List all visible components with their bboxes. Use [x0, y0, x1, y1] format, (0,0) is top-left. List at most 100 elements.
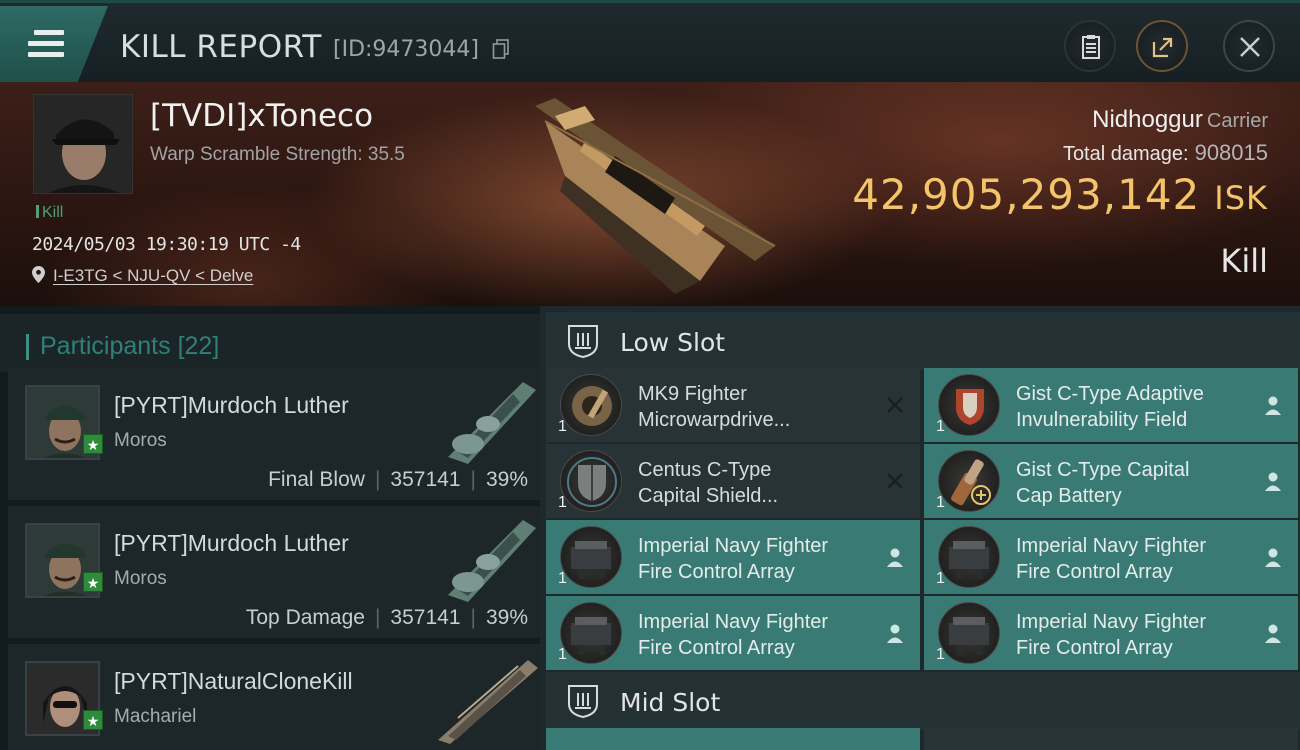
copy-icon[interactable]: [492, 39, 510, 59]
kill-datetime: 2024/05/03 19:30:19 UTC -4: [32, 234, 301, 255]
warp-scramble-strength: Warp Scramble Strength: 35.5: [150, 144, 405, 165]
low-slot-header: Low Slot: [546, 312, 1300, 370]
participant-stats: Final Blow | 357141 | 39%: [268, 468, 528, 491]
module-name: Imperial Navy Fighter Fire Control Array: [1016, 611, 1207, 659]
fitting-module[interactable]: 1 Centus C-Type Capital Shield...: [546, 444, 920, 518]
participant-row[interactable]: ★ [PYRT]Murdoch Luther Moros Top Damage |…: [8, 506, 540, 638]
module-name: Imperial Navy Fighter Fire Control Array: [1016, 535, 1207, 583]
fitting-module[interactable]: 1 Imperial Navy Fighter Fire Control Arr…: [546, 520, 920, 594]
module-quantity: 1: [558, 570, 567, 587]
fire-control-icon: [560, 526, 622, 588]
ship-icon: [438, 660, 538, 744]
fitting-module[interactable]: 1 Gist C-Type Capital Cap Battery: [924, 444, 1298, 518]
kill-tag: Kill: [36, 204, 63, 222]
module-name: Gist C-Type Adaptive Invulnerability Fie…: [1016, 383, 1204, 431]
fire-control-icon: [560, 602, 622, 664]
location-link[interactable]: I-E3TG < NJU-QV < Delve: [53, 266, 253, 285]
ship-render: [535, 98, 776, 294]
user-icon: [887, 548, 903, 567]
fitting-module[interactable]: 1 Imperial Navy Fighter Fire Control Arr…: [924, 596, 1298, 670]
module-quantity: 1: [936, 418, 945, 435]
low-slot-title: Low Slot: [620, 328, 726, 357]
mid-slot-title: Mid Slot: [620, 688, 721, 717]
fire-control-icon: [938, 602, 1000, 664]
isk-amount: 42,905,293,142: [852, 170, 1201, 219]
mid-slot-icon: [568, 685, 598, 718]
participant-name: [PYRT]NaturalCloneKill: [114, 668, 353, 694]
report-id: [ID:9473044]: [333, 37, 479, 62]
fitting-module-partial[interactable]: [924, 728, 1298, 750]
fitting-module-partial[interactable]: [546, 728, 920, 750]
star-icon: ★: [83, 572, 103, 592]
mid-slot-header: Mid Slot: [546, 672, 1300, 730]
participant-name: [PYRT]Murdoch Luther: [114, 392, 349, 418]
location-pin-icon: [32, 266, 45, 283]
isk-value: 42,905,293,142 ISK: [852, 170, 1268, 219]
participants-panel: Participants [22] ★ [PYRT]Murdoch Luther…: [0, 306, 540, 750]
isk-unit: ISK: [1214, 179, 1268, 217]
cap-battery-icon: [938, 450, 1000, 512]
invulnerability-field-icon: [938, 374, 1000, 436]
star-icon: ★: [83, 434, 103, 454]
kill-location[interactable]: I-E3TG < NJU-QV < Delve: [32, 266, 253, 286]
fitting-module[interactable]: 1 MK9 Fighter Microwarpdrive...: [546, 368, 920, 442]
destroyed-icon: [887, 397, 903, 413]
close-icon: [1240, 37, 1260, 57]
total-damage-label: Total damage:: [1062, 143, 1189, 165]
fittings-panel: Low Slot 1 MK9 Fighter Microwarpdrive...…: [540, 306, 1300, 750]
user-icon: [1265, 396, 1281, 415]
fire-control-icon: [938, 526, 1000, 588]
kill-banner: [TVDI]xToneco Warp Scramble Strength: 35…: [0, 82, 1300, 306]
participant-ship: Machariel: [114, 706, 197, 727]
ship-icon: [448, 382, 536, 464]
share-button[interactable]: [1136, 20, 1188, 72]
module-quantity: 1: [936, 570, 945, 587]
page-title: KILL REPORT: [120, 29, 322, 65]
participant-name: [PYRT]Murdoch Luther: [114, 530, 349, 556]
share-icon: [1152, 37, 1173, 58]
clipboard-button[interactable]: [1064, 20, 1116, 72]
header-bar: KILL REPORT [ID:9473044]: [0, 0, 1300, 82]
fitting-module[interactable]: 1 Imperial Navy Fighter Fire Control Arr…: [924, 520, 1298, 594]
low-slot-icon: [568, 325, 598, 358]
participants-header: Participants [22]: [0, 314, 540, 372]
ship-class: Carrier: [1206, 110, 1268, 132]
participant-row[interactable]: ★ [PYRT]Murdoch Luther Moros Final Blow |…: [8, 368, 540, 500]
clipboard-icon: [1082, 35, 1100, 59]
user-icon: [1265, 548, 1281, 567]
menu-button[interactable]: [0, 6, 108, 82]
module-name: Imperial Navy Fighter Fire Control Array: [638, 611, 829, 659]
fitting-module[interactable]: 1 Gist C-Type Adaptive Invulnerability F…: [924, 368, 1298, 442]
participants-title: Participants [22]: [40, 332, 220, 360]
microwarpdrive-icon: [560, 374, 622, 436]
close-button[interactable]: [1223, 20, 1275, 72]
module-quantity: 1: [558, 418, 567, 435]
victim-avatar[interactable]: [33, 94, 133, 194]
module-quantity: 1: [936, 646, 945, 663]
module-name: Gist C-Type Capital Cap Battery: [1016, 459, 1190, 507]
menu-icon: [28, 30, 64, 60]
destroyed-icon: [887, 473, 903, 489]
module-quantity: 1: [558, 646, 567, 663]
module-name: Imperial Navy Fighter Fire Control Array: [638, 535, 829, 583]
kill-tag-label: Kill: [42, 204, 64, 221]
module-name: Centus C-Type Capital Shield...: [638, 459, 779, 507]
module-quantity: 1: [936, 494, 945, 511]
fitting-module[interactable]: 1 Imperial Navy Fighter Fire Control Arr…: [546, 596, 920, 670]
total-damage-value: 908015: [1194, 140, 1268, 165]
victim-name[interactable]: [TVDI]xToneco: [150, 98, 373, 134]
participant-row[interactable]: ★ [PYRT]NaturalCloneKill Machariel: [8, 644, 540, 750]
participant-ship: Moros: [114, 430, 167, 451]
star-icon: ★: [83, 710, 103, 730]
participant-ship: Moros: [114, 568, 167, 589]
module-name: MK9 Fighter Microwarpdrive...: [638, 383, 791, 431]
result-label: Kill: [1220, 242, 1268, 280]
total-damage: Total damage: 908015: [1063, 140, 1268, 166]
victim-ship[interactable]: Nidhoggur Carrier: [1092, 106, 1268, 134]
user-icon: [1265, 472, 1281, 491]
user-icon: [887, 624, 903, 643]
module-quantity: 1: [558, 494, 567, 511]
ship-icon: [448, 520, 536, 602]
user-icon: [1265, 624, 1281, 643]
ship-name: Nidhoggur: [1092, 106, 1203, 133]
